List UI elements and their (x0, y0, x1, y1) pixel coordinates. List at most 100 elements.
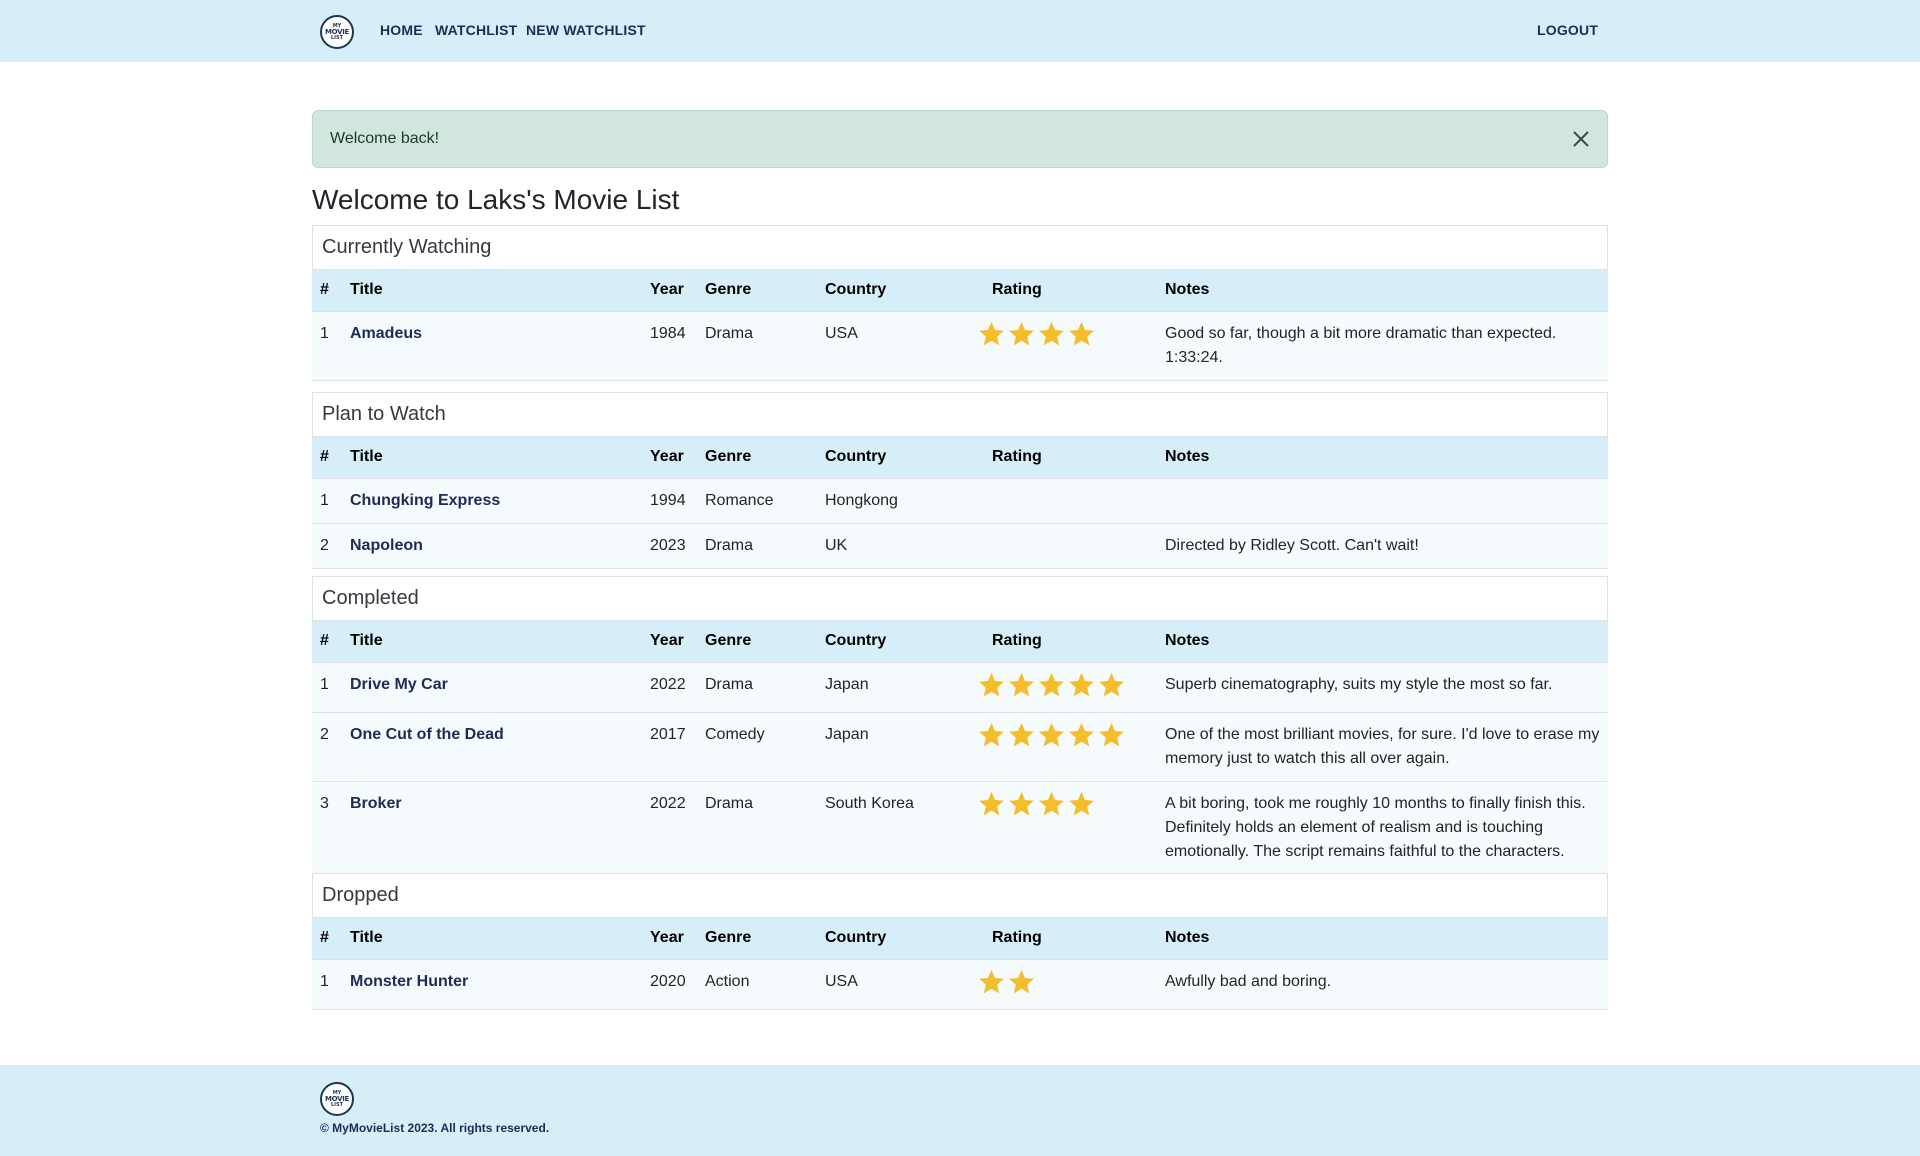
column-header-rating: Rating (977, 437, 1157, 479)
table-row: 3 Broker 2022 Drama South Korea A bit boring,… (312, 781, 1608, 875)
year-cell: 2020 (642, 959, 697, 1010)
star-rating (977, 790, 1149, 819)
column-header-num: # (312, 918, 342, 960)
notes-cell (1157, 478, 1608, 524)
country-cell: Hongkong (817, 478, 977, 524)
star-icon (1099, 672, 1124, 696)
num-cell: 1 (312, 959, 342, 1010)
star-icon (1009, 969, 1034, 993)
section-header: Dropped (312, 873, 1608, 918)
genre-cell: Romance (697, 478, 817, 524)
star-icon (1069, 672, 1094, 696)
star-icon (1069, 321, 1094, 345)
navbar-container: MY MOVIE LIST HOME WATCHLIST NEW WATCHLI… (318, 0, 1600, 62)
page-title: Welcome to Laks's Movie List (312, 184, 680, 215)
column-header-year: Year (642, 918, 697, 960)
column-header-genre: Genre (697, 918, 817, 960)
year-cell: 2017 (642, 712, 697, 782)
movie-title-link[interactable]: One Cut of the Dead (350, 726, 504, 743)
notes-cell: Directed by Ridley Scott. Can't wait! (1157, 523, 1608, 569)
rating-cell (977, 781, 1157, 875)
section-title: Plan to Watch (322, 403, 446, 425)
footer-copyright: © MyMovieList 2023. All rights reserved. (320, 1121, 550, 1135)
num-cell: 1 (312, 662, 342, 713)
table-header-row: # Title Year Genre Country Rating Notes (312, 918, 1608, 960)
column-header-country: Country (817, 437, 977, 479)
table-header-row: # Title Year Genre Country Rating Notes (312, 270, 1608, 312)
column-header-notes: Notes (1157, 621, 1608, 663)
genre-cell: Drama (697, 662, 817, 713)
movie-title-link[interactable]: Drive My Car (350, 676, 448, 693)
logo-icon[interactable]: MY MOVIE LIST (320, 15, 354, 49)
rating-cell (977, 662, 1157, 713)
column-header-rating: Rating (977, 270, 1157, 312)
star-rating (977, 721, 1149, 750)
country-cell: USA (817, 311, 977, 381)
star-icon (1009, 321, 1034, 345)
column-header-genre: Genre (697, 621, 817, 663)
footer-logo-icon[interactable]: MY MOVIE LIST (320, 1082, 354, 1116)
column-header-country: Country (817, 270, 977, 312)
movie-title-link[interactable]: Amadeus (350, 325, 422, 342)
notes-cell: Good so far, though a bit more dramatic … (1157, 311, 1608, 381)
rating-cell (977, 478, 1157, 524)
table-row: 1 Drive My Car 2022 Drama Japan Superb cinema… (312, 662, 1608, 713)
table-row: 1 Monster Hunter 2020 Action USA Awfully bad … (312, 959, 1608, 1010)
movie-title-link[interactable]: Napoleon (350, 537, 423, 554)
column-header-title: Title (342, 437, 642, 479)
star-icon (979, 722, 1004, 746)
star-icon (979, 969, 1004, 993)
notes-cell: A bit boring, took me roughly 10 months … (1157, 781, 1608, 875)
nav-link-home[interactable]: HOME (380, 22, 423, 38)
column-header-genre: Genre (697, 437, 817, 479)
num-cell: 2 (312, 523, 342, 569)
star-icon (1039, 672, 1064, 696)
movie-title-link[interactable]: Monster Hunter (350, 973, 468, 990)
column-header-rating: Rating (977, 621, 1157, 663)
star-icon (1039, 321, 1064, 345)
genre-cell: Drama (697, 523, 817, 569)
table-row: 1 Amadeus 1984 Drama USA Good so far, though … (312, 311, 1608, 381)
movie-title-link[interactable]: Broker (350, 795, 402, 812)
star-icon (1039, 791, 1064, 815)
country-cell: Japan (817, 662, 977, 713)
welcome-alert: Welcome back! (312, 110, 1608, 168)
column-header-genre: Genre (697, 270, 817, 312)
title-cell: Napoleon (342, 523, 642, 569)
nav-link-watchlist[interactable]: WATCHLIST (435, 22, 517, 38)
logout-link[interactable]: LOGOUT (1537, 22, 1598, 38)
column-header-num: # (312, 270, 342, 312)
star-icon (1009, 672, 1034, 696)
close-icon[interactable] (1569, 127, 1593, 151)
column-header-country: Country (817, 621, 977, 663)
section-title: Dropped (322, 884, 399, 906)
column-header-title: Title (342, 621, 642, 663)
column-header-num: # (312, 437, 342, 479)
column-header-country: Country (817, 918, 977, 960)
movie-title-link[interactable]: Chungking Express (350, 492, 500, 509)
movie-table: # Title Year Genre Country Rating Notes 1 Amadeu… (312, 270, 1608, 381)
title-cell: Amadeus (342, 311, 642, 381)
star-icon (1009, 722, 1034, 746)
num-cell: 1 (312, 478, 342, 524)
footer-logo-text-line3: LIST (330, 1101, 344, 1108)
star-icon (979, 321, 1004, 345)
column-header-notes: Notes (1157, 270, 1608, 312)
title-cell: Monster Hunter (342, 959, 642, 1010)
title-cell: Chungking Express (342, 478, 642, 524)
section-plan-to-watch: Plan to Watch # Title Year Genre Country Ratin… (312, 392, 1608, 569)
star-rating (977, 968, 1149, 997)
country-cell: USA (817, 959, 977, 1010)
table-row: 2 Napoleon 2023 Drama UK Directed by Ridley S… (312, 523, 1608, 569)
year-cell: 2022 (642, 781, 697, 875)
star-rating (977, 671, 1149, 700)
column-header-year: Year (642, 437, 697, 479)
column-header-year: Year (642, 270, 697, 312)
country-cell: South Korea (817, 781, 977, 875)
star-rating (977, 320, 1149, 349)
year-cell: 1994 (642, 478, 697, 524)
nav-link-new-watchlist[interactable]: NEW WATCHLIST (526, 22, 646, 38)
country-cell: UK (817, 523, 977, 569)
logo-text-line3: LIST (330, 34, 344, 41)
column-header-rating: Rating (977, 918, 1157, 960)
